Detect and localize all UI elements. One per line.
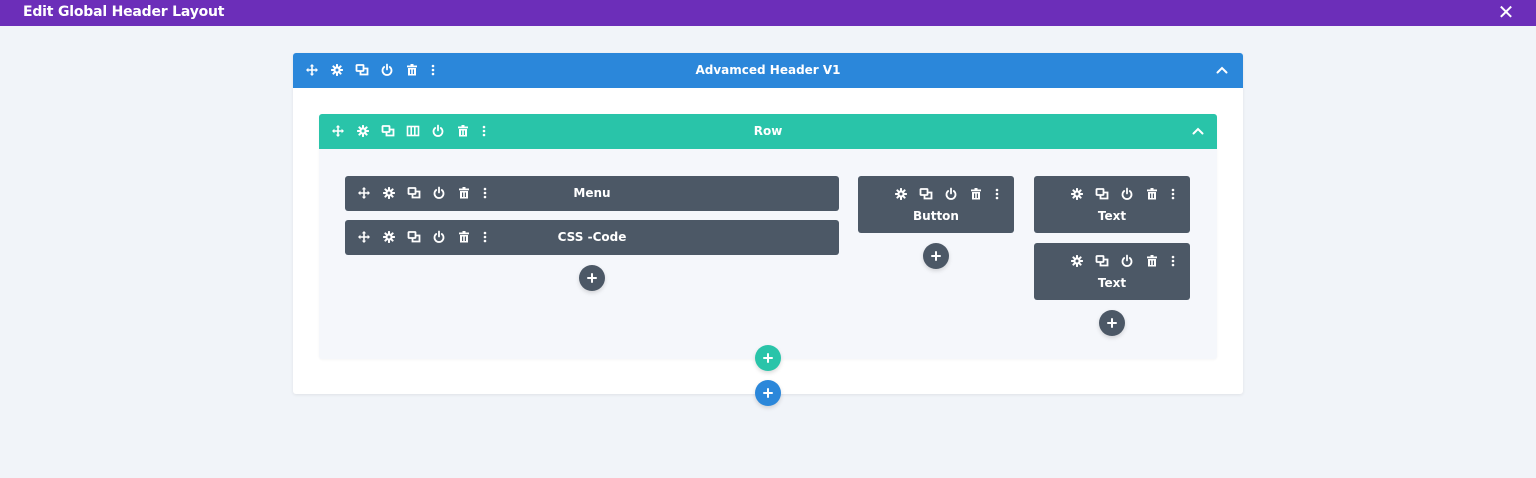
add-section-button[interactable] [755,380,781,406]
more-icon[interactable] [1170,254,1176,268]
trash-icon[interactable] [1145,187,1159,201]
more-icon[interactable] [994,187,1000,201]
plus-icon [762,387,774,399]
module-toolbar [1070,254,1187,268]
module-button[interactable]: Button [858,176,1014,233]
module-toolbar [1070,187,1187,201]
settings-icon[interactable] [1070,254,1084,268]
trash-icon[interactable] [1145,254,1159,268]
row-title: Row [753,124,783,138]
duplicate-icon[interactable] [919,187,933,201]
module-toolbar [894,187,1011,201]
module-menu[interactable]: Menu [345,176,839,211]
power-icon[interactable] [1120,254,1134,268]
add-row-button[interactable] [755,345,781,371]
module-label: CSS -Code [557,230,627,244]
chevron-up-icon[interactable] [1213,61,1231,79]
section-header-bar[interactable]: Advamced Header V1 [293,53,1243,88]
module-label: Menu [573,186,611,200]
module-label: Text [1097,276,1127,290]
power-icon[interactable] [1120,187,1134,201]
section-container: Advamced Header V1 Row Menu CSS -Code Bu… [293,53,1243,394]
plus-icon [930,250,942,262]
section-title: Advamced Header V1 [695,63,841,77]
trash-icon[interactable] [969,187,983,201]
plus-icon [762,352,774,364]
add-module-button[interactable] [579,265,605,291]
module-label: Text [1097,209,1127,223]
add-module-button[interactable] [1099,310,1125,336]
editor-title: Edit Global Header Layout [23,4,225,20]
module-label: Button [913,209,959,223]
module-css-code[interactable]: CSS -Code [345,220,839,255]
add-module-button[interactable] [923,243,949,269]
module-text[interactable]: Text [1034,176,1190,233]
duplicate-icon[interactable] [1095,187,1109,201]
close-icon[interactable]: ✕ [1495,1,1517,23]
chevron-up-icon[interactable] [1189,122,1207,140]
plus-icon [586,272,598,284]
row-header-bar[interactable]: Row [319,114,1217,149]
plus-icon [1106,317,1118,329]
editor-title-bar: Edit Global Header Layout ✕ [0,0,1536,26]
settings-icon[interactable] [1070,187,1084,201]
row-container: Row Menu CSS -Code Button Text Text [319,114,1217,359]
duplicate-icon[interactable] [1095,254,1109,268]
settings-icon[interactable] [894,187,908,201]
module-text[interactable]: Text [1034,243,1190,300]
power-icon[interactable] [944,187,958,201]
more-icon[interactable] [1170,187,1176,201]
